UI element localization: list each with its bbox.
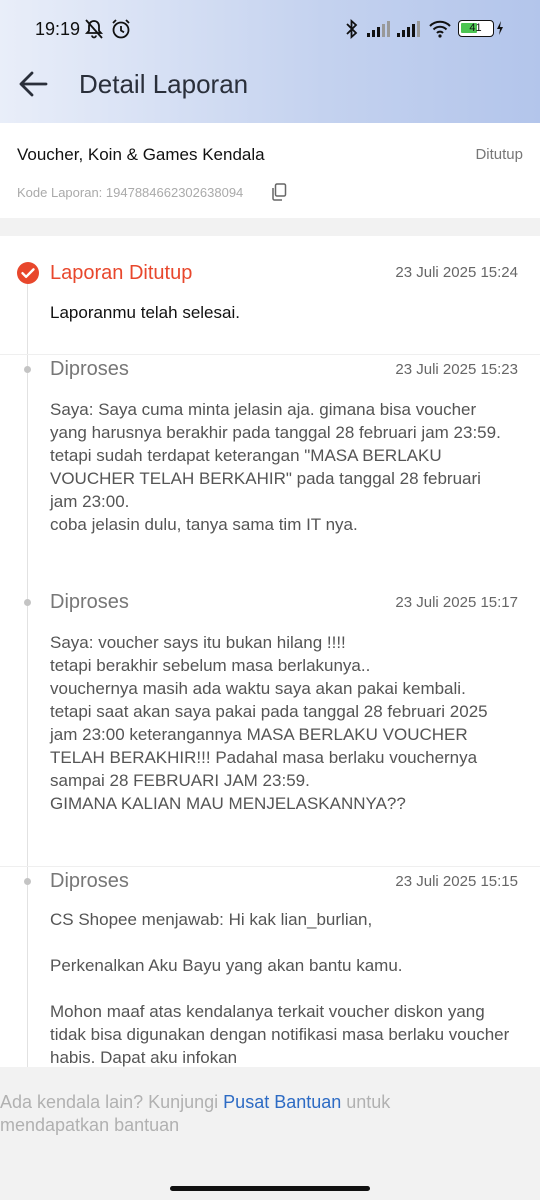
timeline-entry-body: CS Shopee menjawab: Hi kak lian_burlian,… [50,910,510,1067]
help-text-before: Ada kendala lain? Kunjungi [0,1092,224,1112]
bluetooth-icon [346,18,358,40]
timeline-entry: Laporan Ditutup 23 Juli 2025 15:24 Lapor… [0,236,540,354]
report-category: Voucher, Koin & Games Kendala [17,145,265,164]
timeline-entry-date: 23 Juli 2025 15:23 [395,361,518,378]
help-center-link[interactable]: Pusat Bantuan [223,1092,341,1112]
help-footer: Ada kendala lain? Kunjungi Pusat Bantuan… [0,1067,540,1200]
timeline-entry: Diproses 23 Juli 2025 15:23 Saya: Saya c… [0,354,540,587]
timeline-entry-body: Saya: Saya cuma minta jelasin aja. giman… [50,400,501,534]
timeline-entry-title: Diproses [50,870,129,892]
battery-icon: 41 [458,20,494,37]
timeline-entry: Diproses 23 Juli 2025 15:17 Saya: vouche… [0,587,540,866]
mute-bell-icon [84,19,104,39]
entry-divider [0,866,540,867]
timeline-dot [24,599,31,606]
timeline-entry-title: Diproses [50,358,129,380]
timeline-entry-date: 23 Juli 2025 15:24 [395,264,518,281]
entry-divider [0,354,540,355]
report-timeline[interactable]: Laporan Ditutup 23 Juli 2025 15:24 Lapor… [0,236,540,1067]
battery-level: 41 [469,22,482,34]
signal-icon [367,21,390,37]
report-code: Kode Laporan: 1947884662302638094 [17,185,244,200]
timeline-entry: Diproses 23 Juli 2025 15:15 CS Shopee me… [0,866,540,1067]
back-arrow-icon[interactable] [16,66,52,102]
alarm-icon [112,19,130,39]
timeline-entry-date: 23 Juli 2025 15:15 [395,873,518,890]
check-circle-icon [17,262,39,284]
timeline-dot [24,366,31,373]
report-status: Ditutup [475,146,523,163]
timeline-entry-date: 23 Juli 2025 15:17 [395,594,518,611]
timeline-entry-body: Laporanmu telah selesai. [50,303,240,322]
status-bar: 19:19 41 [0,16,540,44]
page-title: Detail Laporan [79,69,249,99]
wifi-icon [429,20,451,38]
timeline-entry-body: Saya: voucher says itu bukan hilang !!!!… [50,633,488,813]
app-header: 19:19 41 Detail Laporan [0,0,540,123]
status-time: 19:19 [35,19,81,39]
home-indicator[interactable] [170,1186,370,1191]
charging-icon [497,21,503,35]
timeline-entry-title: Laporan Ditutup [50,262,193,284]
copy-icon[interactable] [271,183,287,201]
signal-icon-2 [397,21,420,37]
timeline-entry-title: Diproses [50,591,129,613]
help-text: Ada kendala lain? Kunjungi Pusat Bantuan… [0,1091,440,1137]
report-summary-card: Voucher, Koin & Games Kendala Ditutup Ko… [0,123,540,218]
timeline-dot [24,878,31,885]
